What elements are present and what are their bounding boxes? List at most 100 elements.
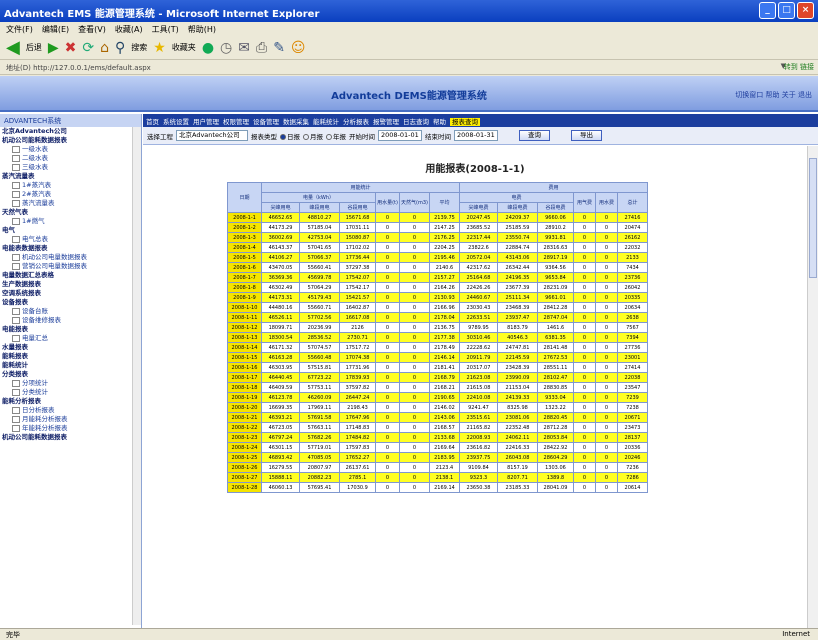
messenger-icon[interactable]: ☺ [291,38,306,58]
sidebar-item[interactable]: 1#蒸汽表 [0,181,141,190]
table-cell: 2195.46 [428,252,460,263]
sidebar-item[interactable]: 蒸汽流量表 [0,172,141,181]
search-icon[interactable]: ⚲ [115,38,125,58]
start-date-input[interactable]: 2008-01-01 [378,130,422,141]
sidebar-item[interactable]: 设备台账 [0,307,141,316]
menu-favorites[interactable]: 收藏(A) [115,24,143,34]
nav-item-current[interactable]: 报表查询 [450,118,480,126]
sidebar-item[interactable]: 能耗统计 [0,361,141,370]
menu-view[interactable]: 查看(V) [78,24,106,34]
minimize-button[interactable]: _ [759,2,776,19]
history-icon[interactable]: ◷ [220,38,232,58]
menu-edit[interactable]: 编辑(E) [42,24,69,34]
favorites-star-icon[interactable]: ★ [153,38,166,58]
forward-arrow-icon[interactable]: ▶ [48,38,59,58]
sidebar-item[interactable]: 电量汇总 [0,334,141,343]
table-cell: 2168.21 [428,382,460,393]
scrollbar-thumb[interactable] [809,158,817,278]
radio-yearly[interactable]: 年报 [326,131,346,141]
table-cell: 28137 [616,432,648,443]
menu-file[interactable]: 文件(F) [6,24,33,34]
address-input[interactable]: http://127.0.0.1/ems/default.aspx [33,64,151,72]
table-cell: 55660.71 [299,302,340,313]
sidebar-item[interactable]: 分项统计 [0,379,141,388]
sidebar-item[interactable]: 电气总表 [0,235,141,244]
favorites-label[interactable]: 收藏夹 [172,38,196,58]
sidebar-item[interactable]: 营销公司电量数据报表 [0,262,141,271]
report-title: 用能报表(2008-1-1) [425,164,525,175]
close-button[interactable]: × [797,2,814,19]
nav-item[interactable]: 首页 [146,118,159,126]
print-icon[interactable]: ⎙ [256,38,267,58]
sidebar-item[interactable]: 机动公司能耗数据报表 [0,136,141,145]
export-button[interactable]: 导出 [571,130,602,141]
sidebar-item[interactable]: 年能耗分析报表 [0,424,141,433]
col-header: 尖峰用电 [261,202,300,213]
table-cell: 0 [399,362,430,373]
sidebar-scrollbar[interactable] [132,127,141,625]
menu-help[interactable]: 帮助(H) [188,24,216,34]
sidebar-item[interactable]: 机动公司电量数据报表 [0,253,141,262]
go-button[interactable]: 转到 链接 [784,62,814,72]
sidebar-item[interactable]: 电量数据汇总表格 [0,271,141,280]
nav-item[interactable]: 分析报表 [343,118,369,126]
sidebar-item[interactable]: 电能报表 [0,325,141,334]
radio-daily[interactable]: 日报 [280,131,300,141]
maximize-button[interactable]: □ [778,2,795,19]
table-cell: 9109.84 [458,462,498,473]
table-cell: 0 [572,262,596,273]
header-links[interactable]: 切换窗口 帮助 关于 退出 [735,90,812,100]
sidebar-item[interactable]: 月能耗分析报表 [0,415,141,424]
sidebar-item[interactable]: 电气 [0,226,141,235]
sidebar-item[interactable]: 空调系统报表 [0,289,141,298]
nav-item[interactable]: 用户管理 [193,118,219,126]
sidebar-item[interactable]: 能耗报表 [0,352,141,361]
sidebar-item[interactable]: 北京Advantech公司 [0,127,141,136]
sidebar-item[interactable]: 能耗分析报表 [0,397,141,406]
back-label[interactable]: 后退 [26,38,42,58]
nav-item[interactable]: 报警管理 [373,118,399,126]
menu-tools[interactable]: 工具(T) [152,24,179,34]
table-cell: 2183.95 [428,452,460,463]
sidebar-item[interactable]: 分类统计 [0,388,141,397]
sidebar-item[interactable]: 三级水表 [0,163,141,172]
back-arrow-icon[interactable]: ◀ [6,37,20,58]
table-cell: 57066.37 [299,252,340,263]
end-date-input[interactable]: 2008-01-31 [454,130,498,141]
nav-item[interactable]: 设备管理 [253,118,279,126]
sidebar-item[interactable]: 电能表数据报表 [0,244,141,253]
sidebar-item[interactable]: 二级水表 [0,154,141,163]
media-icon[interactable]: ● [202,38,214,58]
sidebar-item[interactable]: 水量报表 [0,343,141,352]
nav-item[interactable]: 数据采集 [283,118,309,126]
radio-monthly[interactable]: 月报 [303,131,323,141]
sidebar-header[interactable]: ADVANTECH系统 [0,114,141,127]
sidebar-item[interactable]: 分类报表 [0,370,141,379]
sidebar-item[interactable]: 日分析报表 [0,406,141,415]
nav-item[interactable]: 系统设置 [163,118,189,126]
search-label[interactable]: 搜索 [131,38,147,58]
mail-icon[interactable]: ✉ [238,38,250,58]
content-scrollbar[interactable] [807,146,818,628]
sidebar-item[interactable]: 机动公司能耗数据报表 [0,433,141,442]
sidebar-item[interactable]: 蒸汽流量表 [0,199,141,208]
sidebar-item[interactable]: 一级水表 [0,145,141,154]
nav-item[interactable]: 能耗统计 [313,118,339,126]
stop-icon[interactable]: ✖ [65,38,77,58]
refresh-icon[interactable]: ⟳ [82,38,94,58]
sidebar-item[interactable]: 设备维修报表 [0,316,141,325]
home-icon[interactable]: ⌂ [100,38,109,58]
sidebar-item[interactable]: 2#蒸汽表 [0,190,141,199]
nav-item[interactable]: 帮助 [433,118,446,126]
sidebar-item[interactable]: 生产数据报表 [0,280,141,289]
query-button[interactable]: 查询 [519,130,550,141]
edit-icon[interactable]: ✎ [273,38,285,58]
table-row: 2008-1-27 15888.11 20882.23 2785.1 0 0 2138.1 9… [227,472,648,483]
nav-item[interactable]: 日志查询 [403,118,429,126]
sidebar-item[interactable]: 天然气表 [0,208,141,217]
nav-item[interactable]: 权限管理 [223,118,249,126]
project-select[interactable]: 北京Advantech公司 [176,130,248,141]
table-cell: 36002.69 [261,232,300,243]
sidebar-item[interactable]: 设备报表 [0,298,141,307]
sidebar-item[interactable]: 1#燃气 [0,217,141,226]
